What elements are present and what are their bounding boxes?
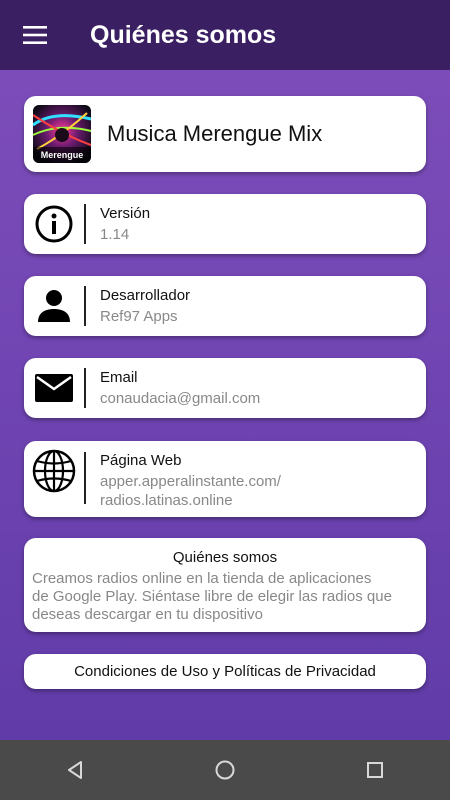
app-bar: Quiénes somos [0,0,450,70]
info-icon [35,205,73,243]
hamburger-menu-icon [23,26,47,44]
about-text-line2: de Google Play. Siéntase libre de elegir… [32,588,392,605]
recents-button[interactable] [345,740,405,800]
about-card: Quiénes somos Creamos radios online en l… [24,538,426,632]
email-card[interactable]: Email conaudacia@gmail.com [24,358,426,418]
app-logo-text: Merengue [41,150,84,160]
home-circle-icon [215,760,235,780]
version-label: Versión [100,205,151,222]
website-url-line1[interactable]: apper.apperalinstante.com/ [100,472,281,491]
email-label: Email [100,369,138,386]
website-card[interactable]: Página Web apper.apperalinstante.com/ ra… [24,441,426,517]
website-url-line2[interactable]: radios.latinas.online [100,491,281,510]
system-nav-bar [0,740,450,800]
app-name: Musica Merengue Mix [107,121,323,146]
about-title: Quiénes somos [172,549,278,566]
recents-square-icon [367,762,383,778]
envelope-icon [35,374,73,402]
home-button[interactable] [195,740,255,800]
globe-icon [32,449,76,493]
divider [84,368,86,408]
version-card: Versión 1.14 [24,194,426,254]
about-text-line3: deseas descargar en tu dispositivo [32,606,263,623]
divider [84,286,86,326]
page-title: Quiénes somos [90,20,277,49]
website-label: Página Web [100,452,182,469]
person-icon [38,290,70,322]
back-button[interactable] [45,740,105,800]
app-info-card: Merengue Musica Merengue Mix [24,96,426,172]
email-value[interactable]: conaudacia@gmail.com [100,389,260,408]
developer-label: Desarrollador [100,287,191,304]
terms-button[interactable]: Condiciones de Uso y Políticas de Privac… [24,654,426,689]
about-text-line1: Creamos radios online en la tienda de ap… [32,570,372,587]
menu-button[interactable] [0,0,70,70]
app-logo: Merengue [33,105,91,163]
developer-card: Desarrollador Ref97 Apps [24,276,426,336]
terms-label: Condiciones de Uso y Políticas de Privac… [74,663,376,680]
divider [84,452,86,504]
developer-value: Ref97 Apps [100,308,178,325]
back-triangle-icon [68,761,82,779]
divider [84,204,86,244]
version-value: 1.14 [100,226,130,243]
